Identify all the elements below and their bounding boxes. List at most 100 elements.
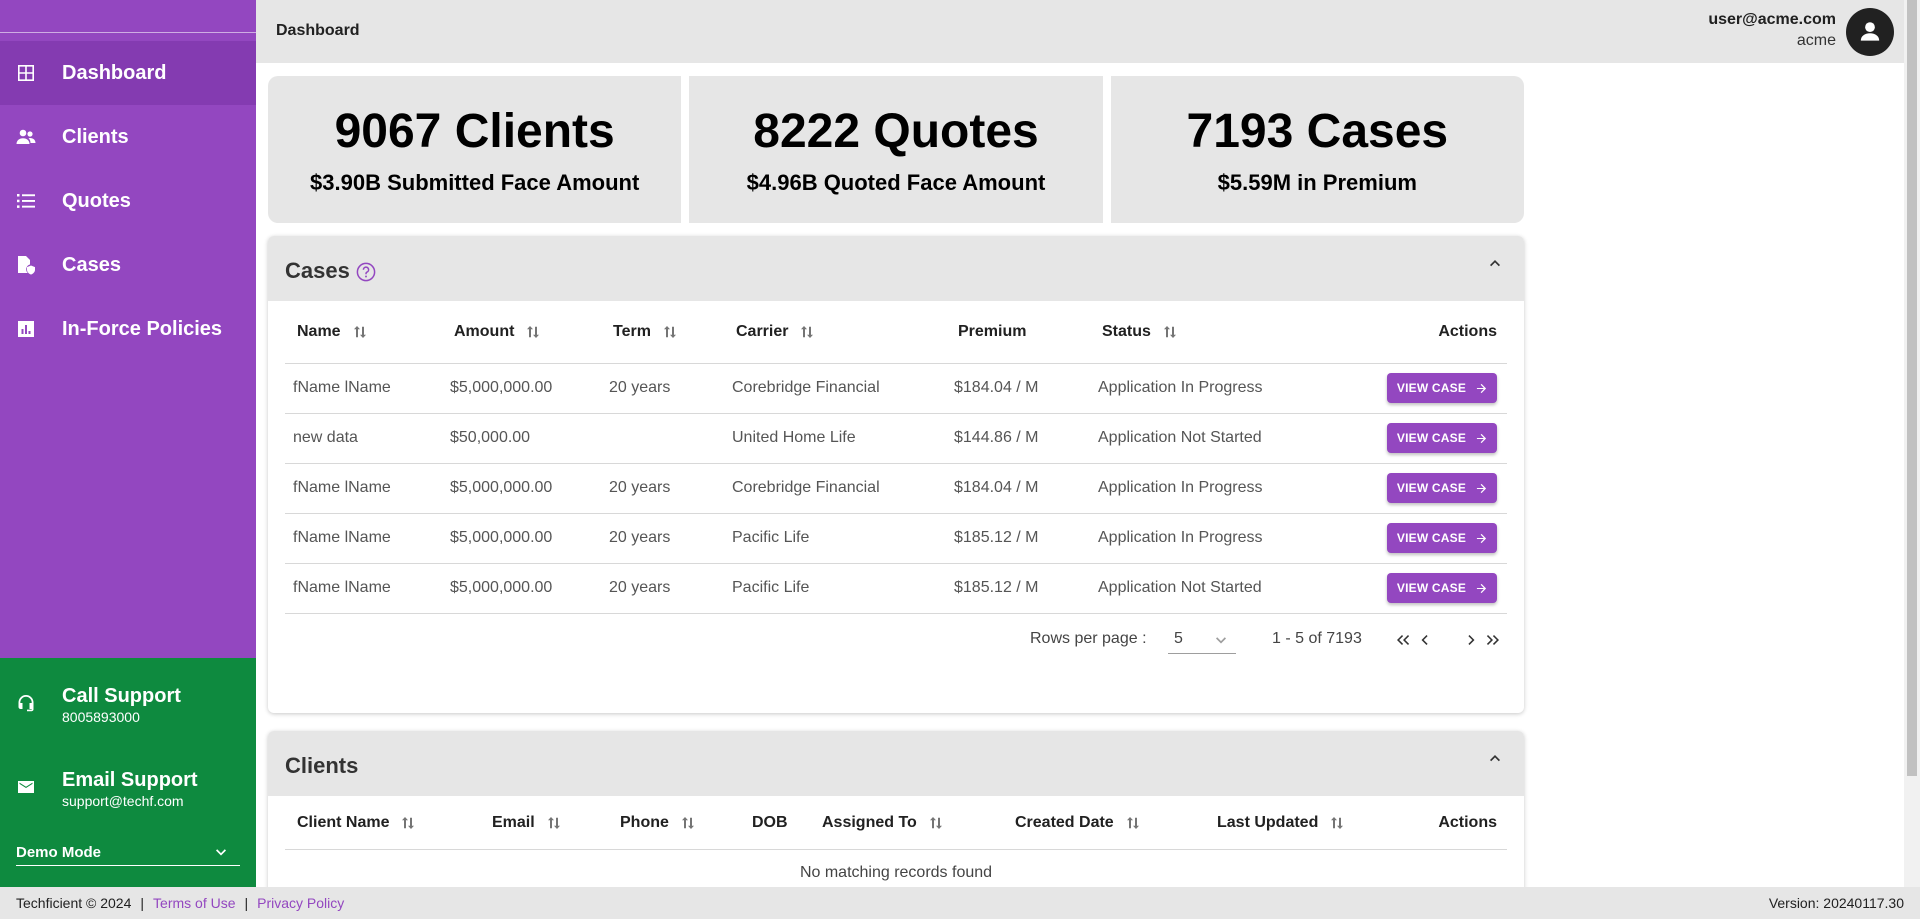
- sort-icon[interactable]: [547, 816, 561, 830]
- terms-of-use-link[interactable]: Terms of Use: [153, 895, 235, 911]
- sidebar-item-in-force-policies[interactable]: In-Force Policies: [0, 297, 256, 361]
- table-header-row: Client Name Email Phone DOB Assigned To …: [285, 797, 1507, 850]
- top-header: Dashboard user@acme.com acme: [256, 0, 1904, 63]
- headset-icon: [16, 693, 36, 713]
- help-icon[interactable]: [356, 262, 376, 282]
- sidebar-item-dashboard[interactable]: Dashboard: [0, 41, 256, 105]
- sort-icon[interactable]: [1126, 816, 1140, 830]
- email-support[interactable]: Email Support support@techf.com: [0, 768, 256, 810]
- view-case-button[interactable]: VIEW CASE: [1387, 573, 1497, 603]
- column-label: Assigned To: [822, 813, 917, 831]
- chart-icon: [16, 319, 36, 339]
- next-page-button[interactable]: [1462, 630, 1482, 650]
- cases-pagination: Rows per page : 5 1 - 5 of 7193: [268, 624, 1524, 654]
- cell-term: 20 years: [601, 513, 724, 564]
- column-header-assigned-to[interactable]: Assigned To: [810, 797, 1003, 850]
- column-header-phone[interactable]: Phone: [608, 797, 740, 850]
- page-scrollbar[interactable]: [1904, 0, 1920, 887]
- cases-table: Name Amount Term Carrier Premium Status …: [285, 302, 1507, 614]
- column-header-term[interactable]: Term: [601, 302, 724, 364]
- view-case-button[interactable]: VIEW CASE: [1387, 523, 1497, 553]
- column-header-amount[interactable]: Amount: [442, 302, 601, 364]
- view-case-label: VIEW CASE: [1396, 381, 1467, 395]
- scroll-thumb[interactable]: [1907, 0, 1917, 776]
- collapse-clients-button[interactable]: [1486, 749, 1504, 767]
- sidebar-item-label: Quotes: [62, 189, 131, 212]
- clients-table: Client Name Email Phone DOB Assigned To …: [285, 797, 1507, 897]
- first-page-button[interactable]: [1392, 630, 1412, 650]
- cell-carrier: United Home Life: [724, 413, 946, 464]
- stat-sub: $4.96B Quoted Face Amount: [746, 169, 1046, 195]
- sidebar-item-quotes[interactable]: Quotes: [0, 169, 256, 233]
- column-label: Email: [492, 813, 535, 831]
- column-label: Actions: [1438, 323, 1497, 341]
- call-support[interactable]: Call Support 8005893000: [0, 684, 256, 726]
- sort-icon[interactable]: [800, 325, 814, 339]
- previous-page-button[interactable]: [1414, 630, 1434, 650]
- view-case-button[interactable]: VIEW CASE: [1387, 423, 1497, 453]
- privacy-policy-link[interactable]: Privacy Policy: [257, 895, 344, 911]
- cell-carrier: Pacific Life: [724, 513, 946, 564]
- arrow-right-icon: [1476, 583, 1487, 593]
- email-support-title: Email Support: [62, 769, 198, 791]
- collapse-cases-button[interactable]: [1486, 254, 1504, 272]
- column-header-carrier[interactable]: Carrier: [724, 302, 946, 364]
- sort-icon[interactable]: [929, 816, 943, 830]
- sidebar-item-cases[interactable]: Cases: [0, 233, 256, 297]
- user-org: acme: [1796, 32, 1836, 49]
- sort-icon[interactable]: [1330, 816, 1344, 830]
- rows-per-page-value: 5: [1174, 629, 1183, 647]
- double-chevron-right-icon: [1486, 635, 1499, 645]
- chevron-down-icon: [1216, 637, 1226, 644]
- call-support-title: Call Support: [62, 685, 181, 707]
- table-row: fName lName $5,000,000.00 20 years Coreb…: [285, 363, 1507, 414]
- sort-icon[interactable]: [353, 325, 367, 339]
- table-header-row: Name Amount Term Carrier Premium Status …: [285, 302, 1507, 364]
- column-header-created-date[interactable]: Created Date: [1003, 797, 1205, 850]
- sort-icon[interactable]: [401, 816, 415, 830]
- cell-actions: VIEW CASE: [1362, 413, 1507, 464]
- last-page-button[interactable]: [1484, 630, 1504, 650]
- sidebar-item-clients[interactable]: Clients: [0, 105, 256, 169]
- chevron-up-icon: [1490, 260, 1500, 267]
- footer-links: Techficient © 2024 | Terms of Use | Priv…: [16, 895, 344, 911]
- sort-icon[interactable]: [663, 325, 677, 339]
- cell-name: new data: [285, 413, 442, 464]
- column-header-last-updated[interactable]: Last Updated: [1205, 797, 1375, 850]
- column-header-email[interactable]: Email: [480, 797, 608, 850]
- cell-premium: $144.86 / M: [946, 413, 1090, 464]
- support-panel: Call Support 8005893000 Email Support su…: [0, 658, 256, 887]
- view-case-button[interactable]: VIEW CASE: [1387, 473, 1497, 503]
- column-label: Term: [613, 323, 651, 341]
- rows-per-page-select[interactable]: 5: [1168, 624, 1236, 654]
- column-header-status[interactable]: Status: [1090, 302, 1362, 364]
- cell-amount: $50,000.00: [442, 413, 601, 464]
- mail-icon: [16, 777, 36, 797]
- stat-main: 9067 Clients: [334, 104, 615, 158]
- column-header-client-name[interactable]: Client Name: [285, 797, 480, 850]
- column-label: Premium: [958, 323, 1027, 341]
- page-title: Dashboard: [276, 22, 360, 39]
- sidebar-item-label: Dashboard: [62, 61, 167, 84]
- avatar[interactable]: [1846, 8, 1894, 56]
- column-header-name[interactable]: Name: [285, 302, 442, 364]
- view-case-button[interactable]: VIEW CASE: [1387, 373, 1497, 403]
- demo-mode-select[interactable]: Demo Mode: [16, 840, 240, 866]
- version-text: Version: 20240117.30: [1768, 895, 1904, 911]
- sort-icon[interactable]: [681, 816, 695, 830]
- stat-main: 8222 Quotes: [753, 104, 1039, 158]
- column-header-actions: Actions: [1362, 302, 1507, 364]
- stat-main: 7193 Cases: [1186, 104, 1449, 158]
- arrow-right-icon: [1476, 433, 1487, 443]
- sort-icon[interactable]: [1163, 325, 1177, 339]
- cell-premium: $184.04 / M: [946, 463, 1090, 514]
- column-label: Status: [1102, 323, 1151, 341]
- sort-icon[interactable]: [526, 325, 540, 339]
- view-case-label: VIEW CASE: [1396, 481, 1467, 495]
- view-case-label: VIEW CASE: [1396, 431, 1467, 445]
- sidebar: Dashboard Clients Quotes Cases In-Force …: [0, 0, 256, 887]
- demo-mode-label: Demo Mode: [16, 844, 102, 861]
- user-email: user@acme.com: [1708, 11, 1836, 28]
- column-label: Amount: [454, 323, 515, 341]
- cell-status: Application In Progress: [1090, 463, 1362, 514]
